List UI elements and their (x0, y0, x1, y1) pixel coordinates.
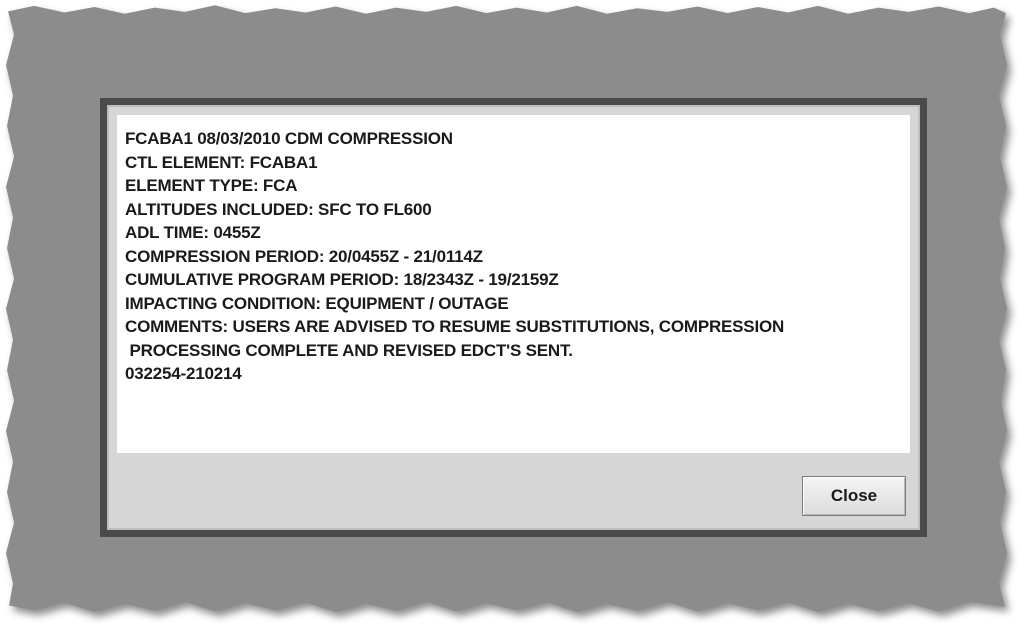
message-text-area: FCABA1 08/03/2010 CDM COMPRESSION CTL EL… (117, 115, 910, 453)
message-line: CUMULATIVE PROGRAM PERIOD: 18/2343Z - 19… (125, 270, 559, 289)
message-line: PROCESSING COMPLETE AND REVISED EDCT'S S… (125, 340, 573, 360)
dialog-body: FCABA1 08/03/2010 CDM COMPRESSION CTL EL… (107, 105, 920, 530)
message-line: FCABA1 08/03/2010 CDM COMPRESSION (125, 129, 453, 148)
message-line: IMPACTING CONDITION: EQUIPMENT / OUTAGE (125, 293, 509, 313)
message-line: ELEMENT TYPE: FCA (125, 176, 298, 195)
close-button[interactable]: Close (802, 476, 906, 516)
message-line: COMMENTS: USERS ARE ADVISED TO RESUME SU… (125, 317, 785, 336)
message-line: COMPRESSION PERIOD: 20/0455Z - 21/0114Z (125, 246, 483, 266)
message-line: 032254-210214 (125, 364, 242, 383)
message-line: ALTITUDES INCLUDED: SFC TO FL600 (125, 199, 432, 219)
message-line: CTL ELEMENT: FCABA1 (125, 152, 318, 172)
message-line: ADL TIME: 0455Z (125, 223, 261, 242)
advisory-dialog: FCABA1 08/03/2010 CDM COMPRESSION CTL EL… (100, 98, 927, 537)
